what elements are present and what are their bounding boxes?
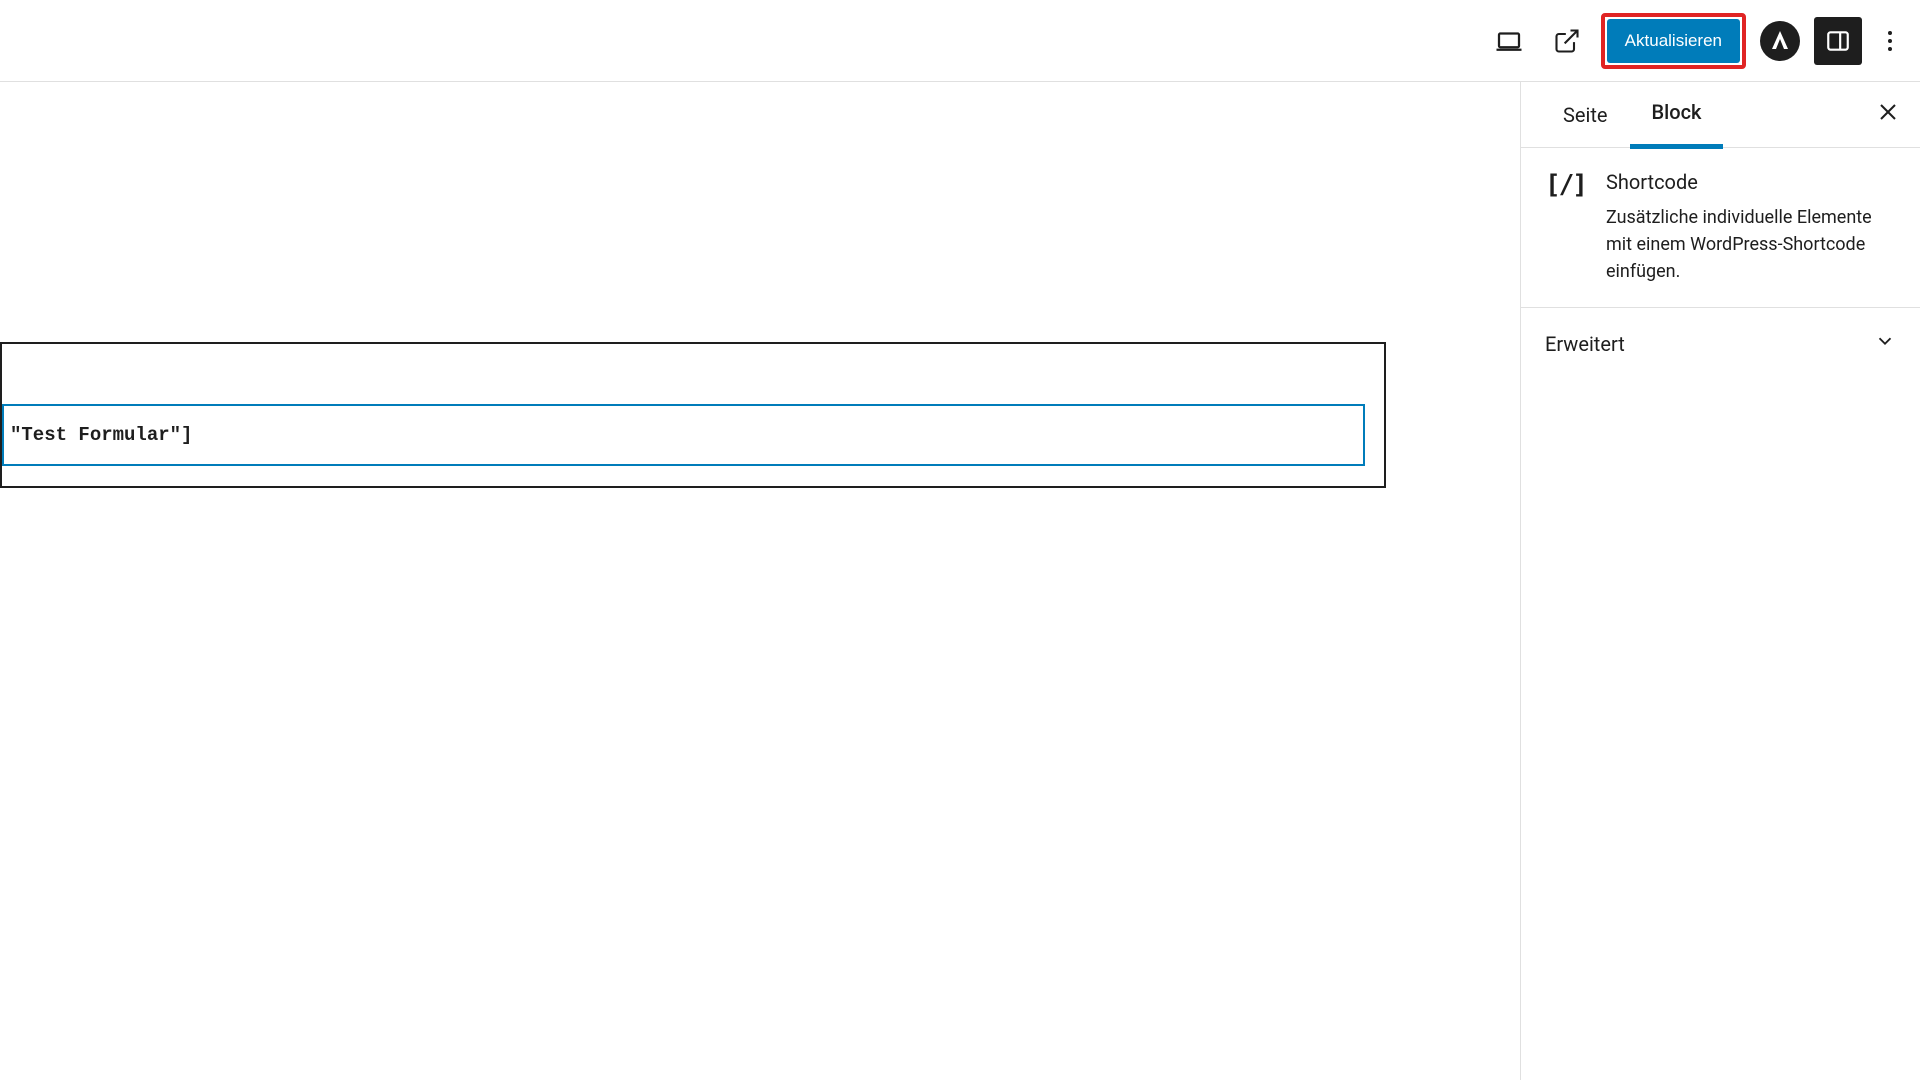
editor-canvas[interactable] (0, 82, 1520, 1080)
shortcode-icon: [/] (1545, 170, 1586, 285)
editor-header: Aktualisieren (0, 0, 1920, 82)
external-link-icon (1553, 27, 1581, 55)
more-options-button[interactable] (1872, 17, 1908, 65)
close-sidebar-button[interactable] (1876, 100, 1900, 130)
device-preview-button[interactable] (1485, 17, 1533, 65)
shortcode-block[interactable] (0, 342, 1386, 488)
close-icon (1876, 100, 1900, 124)
block-description: Zusätzliche individuelle Elemente mit ei… (1606, 204, 1896, 285)
chevron-down-icon (1874, 330, 1896, 357)
tab-block[interactable]: Block (1630, 80, 1724, 149)
laptop-icon (1494, 26, 1524, 56)
sidebar-panel-icon (1825, 28, 1851, 54)
shortcode-input[interactable] (2, 404, 1365, 466)
astra-icon (1760, 21, 1800, 61)
block-title: Shortcode (1606, 170, 1896, 194)
tab-page[interactable]: Seite (1541, 83, 1630, 147)
update-button-highlight: Aktualisieren (1601, 13, 1746, 69)
astra-button[interactable] (1756, 17, 1804, 65)
update-button[interactable]: Aktualisieren (1607, 19, 1740, 63)
advanced-panel-label: Erweitert (1545, 332, 1625, 356)
block-info-panel: [/] Shortcode Zusätzliche individuelle E… (1521, 148, 1920, 308)
more-vertical-icon (1888, 31, 1892, 51)
settings-sidebar: Seite Block [/] Shortcode Zusätzliche in… (1520, 82, 1920, 1080)
settings-panel-toggle[interactable] (1814, 17, 1862, 65)
advanced-panel-toggle[interactable]: Erweitert (1521, 308, 1920, 379)
sidebar-tabs: Seite Block (1521, 82, 1920, 148)
view-page-button[interactable] (1543, 17, 1591, 65)
